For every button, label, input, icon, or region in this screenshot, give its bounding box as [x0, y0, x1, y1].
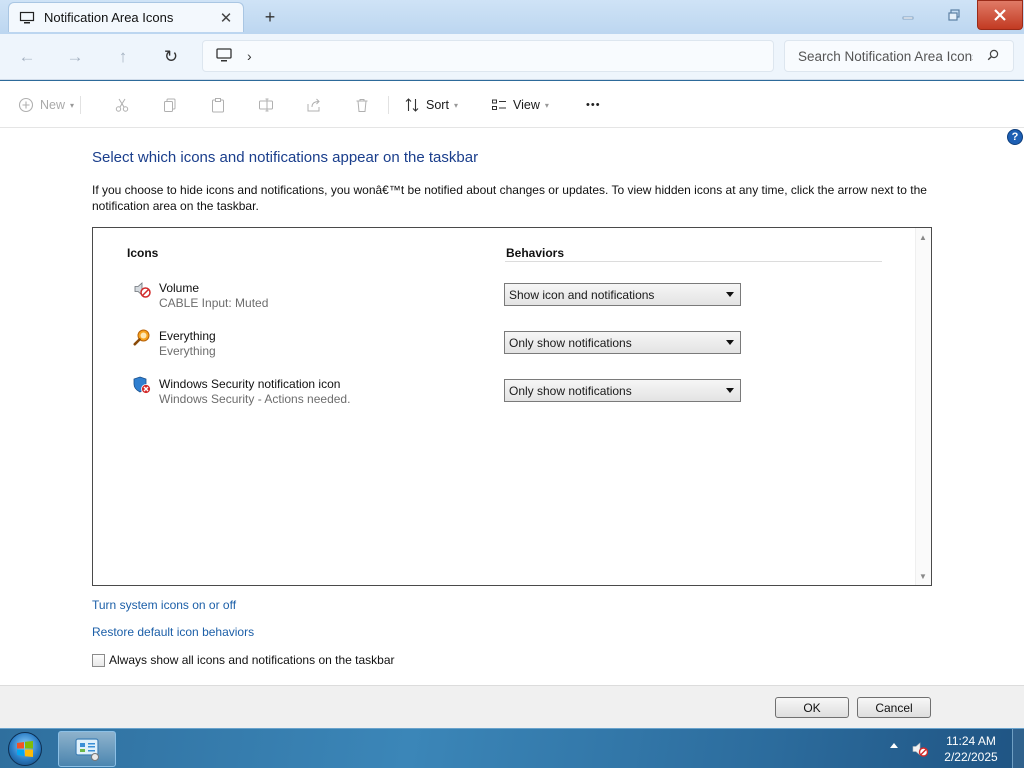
forward-button[interactable]: →: [61, 44, 89, 70]
sort-button[interactable]: Sort ▾: [404, 93, 458, 117]
rename-button[interactable]: [258, 93, 274, 117]
delete-button[interactable]: [354, 93, 370, 117]
navigation-bar: ← → ↑ ↻ ›: [0, 34, 1024, 80]
item-description: CABLE Input: Muted: [159, 296, 269, 310]
cancel-button[interactable]: Cancel: [857, 697, 931, 718]
restore-defaults-link[interactable]: Restore default icon behaviors: [92, 625, 254, 639]
control-panel-icon: [75, 738, 99, 761]
chevron-down-icon: ▾: [544, 100, 549, 110]
address-bar[interactable]: ›: [202, 40, 774, 72]
close-icon: [994, 9, 1006, 21]
column-header-behaviors: Behaviors: [506, 246, 565, 260]
show-desktop-button[interactable]: [1012, 729, 1024, 768]
trash-icon: [356, 99, 368, 112]
icons-list[interactable]: ▲ ▼ Icons Behaviors Volume CABLE Input: …: [92, 227, 932, 586]
dropdown-arrow-icon: [726, 292, 734, 297]
search-input[interactable]: [798, 48, 973, 64]
scroll-down-arrow-icon[interactable]: ▼: [916, 569, 930, 583]
maximize-button[interactable]: [931, 0, 977, 30]
behavior-select-everything[interactable]: Only show notifications: [504, 331, 741, 354]
up-button[interactable]: ↑: [109, 44, 137, 70]
taskbar: 11:24 AM 2/22/2025: [0, 728, 1024, 768]
chevron-down-icon: ▾: [453, 100, 458, 110]
help-icon[interactable]: ?: [1007, 129, 1023, 145]
tray-muted-volume-icon[interactable]: [912, 741, 929, 760]
clock-date: 2/22/2025: [944, 750, 998, 764]
start-button[interactable]: [5, 730, 45, 768]
turn-system-icons-link[interactable]: Turn system icons on or off: [92, 598, 236, 612]
taskbar-control-panel-app[interactable]: [58, 731, 116, 767]
add-circle-icon: [18, 97, 34, 113]
item-description: Windows Security - Actions needed.: [159, 392, 351, 406]
view-label: View: [513, 98, 540, 112]
always-show-all-checkbox[interactable]: [92, 653, 105, 667]
tab-close-icon[interactable]: ✕: [215, 7, 237, 29]
behavior-value: Only show notifications: [509, 383, 632, 398]
windows-logo-icon: [8, 732, 42, 766]
close-button[interactable]: [977, 0, 1023, 30]
minimize-button[interactable]: [885, 0, 931, 30]
vertical-scrollbar[interactable]: [915, 228, 931, 585]
new-label: New: [40, 98, 66, 112]
tab-title: Notification Area Icons: [44, 10, 174, 25]
command-bar: New ▾ Sort ▾ View ▾ •••: [0, 81, 1024, 128]
show-hidden-icons-arrow-icon[interactable]: [890, 743, 898, 748]
rename-icon: [259, 98, 273, 112]
behavior-value: Only show notifications: [509, 335, 632, 350]
header-divider: [505, 261, 882, 262]
breadcrumb-chevron-icon[interactable]: ›: [247, 48, 252, 64]
computer-icon: [215, 47, 233, 66]
new-button[interactable]: New ▾: [18, 93, 74, 117]
back-button[interactable]: ←: [13, 44, 41, 70]
title-bar: Notification Area Icons ✕ +: [0, 0, 1024, 34]
copy-button[interactable]: [162, 93, 178, 117]
taskbar-clock[interactable]: 11:24 AM 2/22/2025: [936, 733, 1006, 765]
dropdown-arrow-icon: [726, 340, 734, 345]
behavior-select-windows-security[interactable]: Only show notifications: [504, 379, 741, 402]
share-icon: [307, 98, 320, 112]
security-shield-icon: [133, 376, 151, 394]
sort-label: Sort: [426, 98, 449, 112]
page-title: Select which icons and notifications app…: [92, 149, 479, 166]
ok-button[interactable]: OK: [775, 697, 849, 718]
restore-icon: [948, 9, 960, 21]
more-options-button[interactable]: •••: [586, 93, 601, 117]
item-name: Volume: [159, 281, 200, 295]
toolbar-divider: [80, 96, 81, 114]
scissors-icon: [115, 98, 129, 112]
dialog-footer: OK Cancel: [0, 685, 1024, 728]
minimize-icon: [902, 16, 914, 20]
search-box[interactable]: [784, 40, 1014, 72]
always-show-all-label: Always show all icons and notifications …: [109, 653, 395, 667]
clock-time: 11:24 AM: [946, 734, 996, 748]
item-name: Everything: [159, 329, 216, 343]
column-header-icons: Icons: [127, 246, 159, 260]
search-icon[interactable]: [987, 49, 999, 64]
new-tab-button[interactable]: +: [258, 6, 282, 28]
always-show-all-row[interactable]: Always show all icons and notifications …: [92, 653, 395, 667]
computer-icon: [19, 10, 35, 26]
item-name: Windows Security notification icon: [159, 377, 341, 391]
sort-icon: [405, 98, 419, 112]
muted-speaker-icon: [133, 280, 151, 298]
page-description: If you choose to hide icons and notifica…: [92, 183, 927, 213]
toolbar-divider: [388, 96, 389, 114]
behavior-value: Show icon and notifications: [509, 287, 655, 302]
share-button[interactable]: [306, 93, 322, 117]
tab-notification-area-icons[interactable]: Notification Area Icons ✕: [8, 2, 244, 32]
item-description: Everything: [159, 344, 216, 358]
paste-button[interactable]: [210, 93, 226, 117]
magnifier-icon: [133, 328, 151, 346]
scroll-up-arrow-icon[interactable]: ▲: [916, 230, 930, 244]
clipboard-icon: [212, 98, 224, 113]
copy-icon: [164, 98, 176, 112]
behavior-select-volume[interactable]: Show icon and notifications: [504, 283, 741, 306]
chevron-down-icon: ▾: [70, 100, 75, 110]
control-panel-content: ? Select which icons and notifications a…: [0, 128, 1024, 685]
cut-button[interactable]: [114, 93, 130, 117]
view-list-icon: [492, 99, 506, 110]
dropdown-arrow-icon: [726, 388, 734, 393]
refresh-button[interactable]: ↻: [157, 44, 185, 70]
view-button[interactable]: View ▾: [491, 93, 549, 117]
